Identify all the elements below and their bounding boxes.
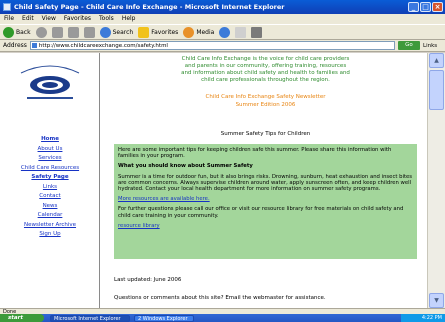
box-paragraph-2: For further questions please call our of… [118, 206, 404, 219]
main-content: Child Care Info Exchange is the voice fo… [104, 53, 427, 308]
taskbar-item-explorer[interactable]: 2 Windows Explorer [134, 315, 194, 322]
menubar: File Edit View Favorites Tools Help [0, 14, 445, 24]
print-button[interactable] [251, 26, 263, 39]
scroll-up-arrow-icon[interactable]: ▲ [429, 53, 444, 68]
stop-icon [51, 26, 63, 38]
search-label: Search [112, 28, 134, 36]
close-button[interactable]: × [432, 2, 443, 12]
header-line: Child Care Info Exchange is the voice fo… [181, 56, 350, 62]
refresh-icon [67, 26, 79, 38]
box-heading: What you should know about Summer Safety [118, 163, 253, 170]
organization-logo [20, 65, 80, 99]
forward-arrow-icon [35, 26, 47, 38]
newsletter-title: Child Care Info Exchange Safety Newslett… [205, 94, 326, 100]
intro-header: Child Care Info Exchange is the voice fo… [114, 56, 417, 84]
window-title: Child Safety Page - Child Care Info Exch… [14, 3, 285, 11]
back-label: Back [16, 28, 31, 36]
menu-favorites[interactable]: Favorites [64, 14, 91, 24]
box-paragraph: Summer is a time for outdoor fun, but it… [118, 173, 413, 193]
taskbar: start Microsoft Internet Explorer 2 Wind… [0, 314, 445, 322]
mail-icon [235, 26, 247, 38]
window-controls: _ □ × [408, 2, 443, 12]
home-icon [83, 26, 95, 38]
favorites-label: Favorites [151, 28, 179, 36]
taskbar-item-ie[interactable]: Microsoft Internet Explorer [50, 315, 130, 322]
mail-button[interactable] [235, 26, 247, 39]
ie-icon [3, 3, 11, 11]
menu-view[interactable]: View [42, 14, 56, 24]
back-arrow-icon [3, 26, 14, 38]
page-viewport: Home About Us Services Child Care Resour… [0, 53, 445, 308]
sidebar-link-home[interactable]: Home [0, 135, 100, 145]
newsletter-edition: Summer Edition 2006 [235, 102, 296, 108]
print-icon [251, 26, 263, 38]
start-button[interactable]: start [0, 314, 44, 322]
sidebar-link-news[interactable]: News [0, 202, 100, 212]
resource-library-link[interactable]: resource library [118, 223, 160, 229]
sidebar-link-calendar[interactable]: Calendar [0, 211, 100, 221]
address-value: http://www.childcareexchange.com/safety.… [38, 43, 168, 49]
box-intro: Here are some important tips for keeping… [118, 147, 392, 160]
home-button[interactable] [83, 26, 95, 39]
toolbar: Back Search Favorites Media [0, 24, 445, 40]
history-icon [219, 26, 231, 38]
search-icon [99, 26, 111, 38]
sidebar: Home About Us Services Child Care Resour… [0, 53, 100, 308]
refresh-button[interactable] [67, 26, 79, 39]
sidebar-link-safety[interactable]: Safety Page [0, 173, 100, 183]
newsletter-heading: Child Care Info Exchange Safety Newslett… [114, 93, 417, 109]
vertical-scrollbar[interactable]: ▲ ▼ [427, 53, 445, 308]
address-bar: Address http://www.childcareexchange.com… [0, 40, 445, 52]
menu-help[interactable]: Help [122, 14, 136, 24]
favorites-star-icon [138, 26, 150, 38]
safety-tips-box: Here are some important tips for keeping… [114, 144, 417, 259]
menu-file[interactable]: File [4, 14, 14, 24]
favorites-button[interactable]: Favorites [138, 26, 178, 39]
forward-button[interactable] [35, 26, 47, 39]
header-line: child care professionals throughout the … [201, 77, 330, 83]
media-button[interactable]: Media [183, 26, 214, 39]
address-input[interactable]: http://www.childcareexchange.com/safety.… [29, 41, 395, 50]
scroll-thumb[interactable] [429, 70, 444, 110]
last-updated: Last updated: June 2006 [114, 277, 182, 283]
address-label: Address [3, 42, 27, 49]
sidebar-link-services[interactable]: Services [0, 154, 100, 164]
sidebar-link-contact[interactable]: Contact [0, 192, 100, 202]
sidebar-link-newsletter[interactable]: Newsletter Archive [0, 221, 100, 231]
go-button[interactable]: Go [398, 41, 420, 50]
media-icon [183, 26, 195, 38]
window-titlebar: Child Safety Page - Child Care Info Exch… [0, 0, 445, 14]
history-button[interactable] [219, 26, 231, 39]
header-line: and information about child safety and h… [181, 70, 350, 76]
page-title: Summer Safety Tips for Children [220, 131, 311, 137]
sidebar-link-links[interactable]: Links [0, 183, 100, 193]
stop-button[interactable] [51, 26, 63, 39]
sidebar-link-resources[interactable]: Child Care Resources [0, 164, 100, 174]
minimize-button[interactable]: _ [408, 2, 419, 12]
scroll-down-arrow-icon[interactable]: ▼ [429, 293, 444, 308]
sidebar-link-signup[interactable]: Sign Up [0, 230, 100, 240]
system-tray-clock: 4:22 PM [401, 314, 445, 322]
back-button[interactable]: Back [3, 26, 31, 39]
more-resources-link[interactable]: More resources are available here. [118, 196, 210, 202]
sidebar-nav: Home About Us Services Child Care Resour… [0, 135, 100, 240]
page-icon [31, 43, 37, 48]
menu-edit[interactable]: Edit [22, 14, 34, 24]
media-label: Media [196, 28, 215, 36]
header-line: and parents in our community, offering t… [184, 63, 347, 69]
footer-note: Questions or comments about this site? E… [114, 295, 326, 301]
search-button[interactable]: Search [99, 26, 134, 39]
sidebar-link-about[interactable]: About Us [0, 145, 100, 155]
maximize-button[interactable]: □ [420, 2, 431, 12]
links-button[interactable]: Links [423, 43, 445, 49]
menu-tools[interactable]: Tools [99, 14, 114, 24]
